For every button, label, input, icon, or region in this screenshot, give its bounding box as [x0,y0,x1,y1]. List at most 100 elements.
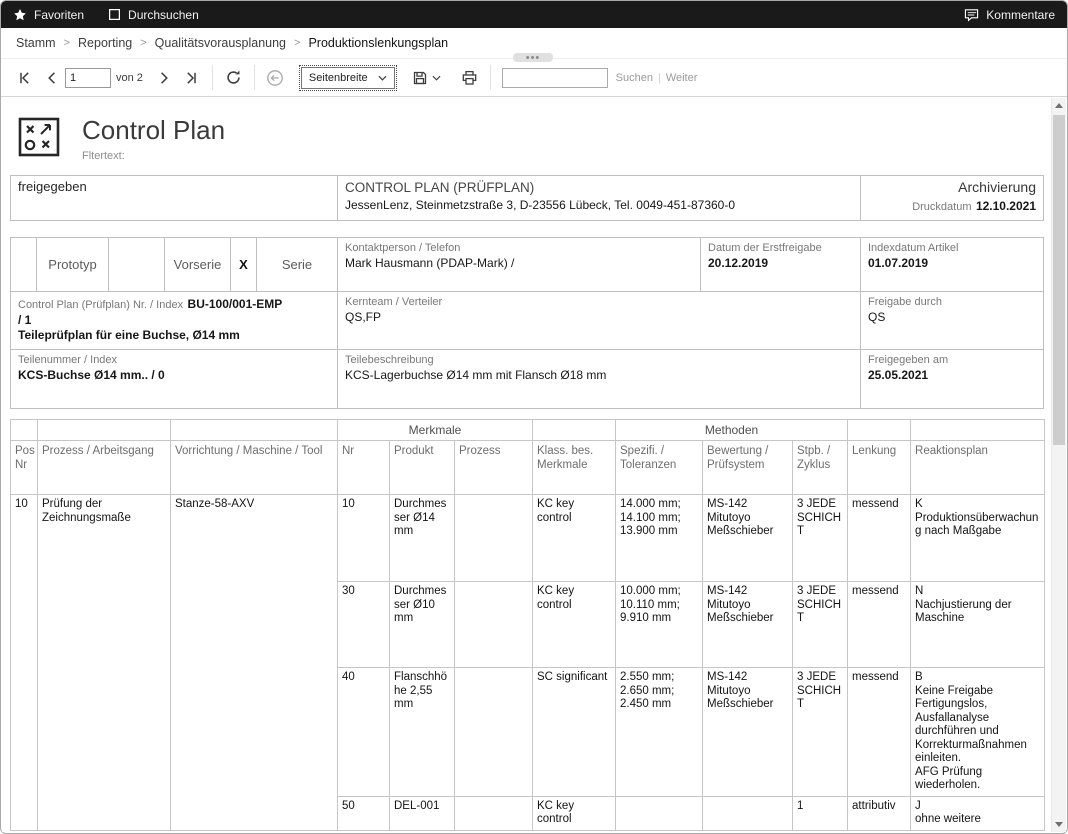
next-page-button[interactable] [151,64,178,91]
kernteam-label: Kernteam / Verteiler [345,295,853,310]
plan-description: Teileprüfplan für eine Buchse, Ø14 mm [18,328,330,343]
col-header-spezifikation: Spezifi. / Toleranzen [616,441,703,495]
browse-button[interactable]: Durchsuchen [108,8,199,22]
cell-reaktionsplan: J ohne weitere [911,796,1045,830]
breadcrumb-separator: > [140,37,146,49]
cell-spezifikation: 2.550 mm; 2.650 mm; 2.450 mm [616,668,703,797]
cell-spezifikation: 14.000 mm; 14.100 mm; 13.900 mm [616,495,703,582]
group-empty-cell [11,420,38,441]
col-header-bewertung: Bewertung / Prüfsystem [703,441,793,495]
zoom-value: Seitenbreite [309,72,368,84]
comments-button[interactable]: Kommentare [964,8,1055,22]
series-type-group: Prototyp Vorserie X Serie [11,238,338,291]
export-save-button[interactable] [407,64,446,91]
vertical-scrollbar[interactable] [1051,98,1066,832]
report-title-block: Control Plan Fltertext: [16,114,1047,162]
cell-pos-prozess: Prüfung der Zeichnungsmaße [38,495,171,831]
toolbar-divider [254,65,255,90]
series-empty-cell [108,238,164,291]
print-button[interactable] [456,64,483,91]
scroll-down-button[interactable] [1052,817,1066,832]
info-cell-erstfreigabe: Datum der Erstfreigabe 20.12.2019 [701,238,861,291]
doc-title: CONTROL PLAN (PRÜFPLAN) [345,179,853,196]
refresh-icon [225,69,242,86]
zoom-select[interactable]: Seitenbreite [301,67,395,89]
chevron-down-icon [432,75,441,81]
chevron-down-icon [378,75,387,81]
breadcrumb-separator: > [294,37,300,49]
browse-label: Durchsuchen [128,8,199,22]
refresh-button[interactable] [220,64,247,91]
info-cell-archivierung: Archivierung Druckdatum 12.10.2021 [861,176,1043,220]
breadcrumb-separator: > [64,37,70,49]
star-icon [13,8,27,22]
group-empty-cell [848,420,911,441]
plan-index-value: / 1 [18,313,330,328]
kernteam-value: QS,FP [345,310,853,325]
teilenummer-label: Teilenummer / Index [18,353,330,368]
control-plan-icon [16,114,62,160]
group-empty-cell [533,420,616,441]
report-content-area: Control Plan Fltertext: freigegeben CONT… [2,98,1066,832]
cell-produkt: Durchmesser Ø14 mm [390,495,455,582]
info-cell-freigabe-durch: Freigabe durch QS [861,292,1043,349]
cell-spezifikation: 10.000 mm; 10.110 mm; 9.910 mm [616,582,703,668]
find-text-input[interactable] [502,68,608,88]
cell-produkt: DEL-001 [390,796,455,830]
cell-nr: 50 [338,796,390,830]
page-number-input[interactable] [65,68,111,88]
spacer [10,409,1047,419]
last-page-icon [183,70,199,86]
col-header-stpb: Stpb. / Zyklus [793,441,848,495]
scrollbar-thumb[interactable] [1053,115,1065,445]
cell-lenkung: messend [848,582,911,668]
comments-label: Kommentare [986,8,1055,22]
cell-lenkung: messend [848,495,911,582]
filter-label: Fltertext: [82,150,225,162]
comment-bubble-icon [964,8,979,22]
back-to-parent-button[interactable] [262,64,289,91]
report-title: Control Plan [82,115,225,145]
first-page-icon [17,70,33,86]
splitter-grip[interactable]: ••• [513,53,553,62]
info-cell-kernteam: Kernteam / Verteiler QS,FP [338,292,861,349]
print-icon [461,70,478,86]
favorites-button[interactable]: Favoriten [13,8,84,22]
find-divider: | [658,72,661,84]
scroll-up-button[interactable] [1052,98,1066,113]
cell-pos-vorrichtung: Stanze-58-AXV [171,495,338,831]
prototyp-label: Prototyp [36,238,108,291]
breadcrumb-item-reporting[interactable]: Reporting [78,36,132,50]
breadcrumb-item-qualitaetsvorausplanung[interactable]: Qualitätsvorausplanung [155,36,286,50]
find-next-button[interactable]: Weiter [666,72,698,84]
freigegeben-am-label: Freigegeben am [868,353,1036,368]
cell-produkt: Durchmesser Ø10 mm [390,582,455,668]
teilebeschreibung-label: Teilebeschreibung [345,353,853,368]
col-header-vorrichtung: Vorrichtung / Maschine / Tool [171,441,338,495]
save-icon [412,70,428,86]
cell-klass: KC key control [533,582,616,668]
cell-prozess [455,668,533,797]
last-page-button[interactable] [178,64,205,91]
col-header-klass: Klass. bes. Merkmale [533,441,616,495]
spacer [10,221,1047,237]
page-total-label: von 2 [116,72,143,84]
previous-page-button[interactable] [38,64,65,91]
breadcrumb-item-produktionslenkungsplan[interactable]: Produktionslenkungsplan [308,36,448,50]
toolbar-divider [212,65,213,90]
indexdatum-value: 01.07.2019 [868,256,1036,271]
series-empty-cell [11,238,36,291]
info-cell-status: freigegeben [11,176,338,220]
plan-nr-label: Control Plan (Prüfplan) Nr. / Index [18,299,183,311]
serie-checked-mark: X [230,238,256,291]
info-cell-teilebeschreibung: Teilebeschreibung KCS-Lagerbuchse Ø14 mm… [338,350,861,408]
cell-nr: 10 [338,495,390,582]
favorites-label: Favoriten [34,8,84,22]
first-page-button[interactable] [11,64,38,91]
cell-reaktionsplan: N Nachjustierung der Maschine [911,582,1045,668]
scroll-down-arrow-icon [1055,822,1063,827]
cell-bewertung [703,796,793,830]
breadcrumb-item-stamm[interactable]: Stamm [16,36,56,50]
find-button[interactable]: Suchen [616,72,653,84]
grip-dots-icon: ••• [526,56,541,60]
